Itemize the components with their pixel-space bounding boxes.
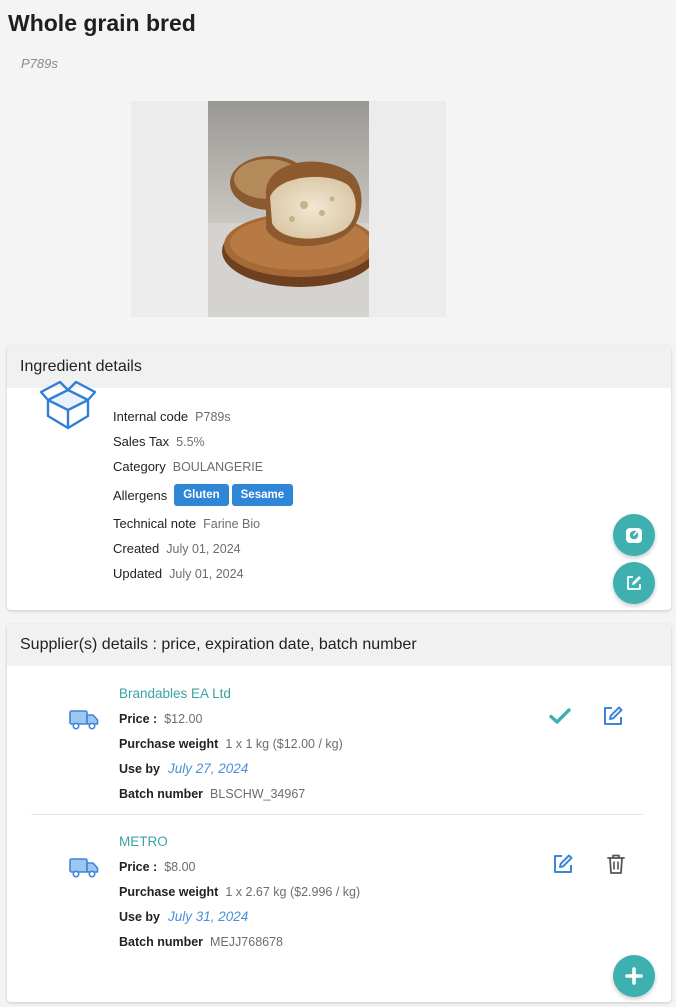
purchase-weight-label: Purchase weight <box>119 884 219 899</box>
internal-code-label: Internal code <box>113 409 189 424</box>
technical-note-value: Farine Bio <box>203 516 261 531</box>
sales-tax-value: 5.5% <box>176 434 205 449</box>
purchase-weight-value: 1 x 1 kg ($12.00 / kg) <box>225 736 343 751</box>
supplier-details-card: Supplier(s) details : price, expiration … <box>7 624 671 1002</box>
page-title: Whole grain bred <box>8 10 196 36</box>
ingredient-fields: Internal code P789s Sales Tax 5.5% Categ… <box>113 404 294 586</box>
use-by-value: July 27, 2024 <box>168 761 249 776</box>
use-by-label: Use by <box>119 909 160 924</box>
supplier-name[interactable]: METRO <box>119 829 360 854</box>
edit-icon <box>627 576 641 590</box>
technical-note-row: Technical note Farine Bio <box>113 511 293 536</box>
category-row: Category BOULANGERIE <box>113 454 293 479</box>
price-label: Price : <box>119 711 158 726</box>
internal-code-row: Internal code P789s <box>113 404 293 429</box>
category-label: Category <box>113 459 166 474</box>
supplier-name[interactable]: Brandables EA Ltd <box>119 681 343 706</box>
plus-icon <box>625 967 643 985</box>
page-code: P789s <box>21 56 58 71</box>
supplier-fields: Brandables EA Ltd Price : $12.00 Purchas… <box>119 681 343 806</box>
open-box-icon <box>40 380 96 430</box>
edit-icon[interactable] <box>601 704 625 728</box>
created-label: Created <box>113 541 160 556</box>
price-label: Price : <box>119 859 158 874</box>
batch-number-label: Batch number <box>119 786 204 801</box>
created-row: Created July 01, 2024 <box>113 536 293 561</box>
internal-code-value: P789s <box>195 409 231 424</box>
ingredient-details-card: Ingredient details Internal code P789s S… <box>7 346 671 610</box>
allergens-label: Allergens <box>113 487 168 503</box>
ingredient-details-header: Ingredient details <box>7 346 671 388</box>
price-value: $12.00 <box>164 711 203 726</box>
scale-button[interactable] <box>613 514 655 556</box>
batch-number-value: BLSCHW_34967 <box>210 786 306 801</box>
truck-icon <box>69 858 99 878</box>
supplier-fields: METRO Price : $8.00 Purchase weight 1 x … <box>119 829 360 954</box>
price-value: $8.00 <box>164 859 196 874</box>
check-icon[interactable] <box>548 704 572 728</box>
edit-ingredient-button[interactable] <box>613 562 655 604</box>
supplier-divider <box>31 814 643 815</box>
updated-label: Updated <box>113 566 163 581</box>
updated-value: July 01, 2024 <box>169 566 244 581</box>
allergens-row: Allergens Gluten Sesame <box>113 479 294 511</box>
use-by-label: Use by <box>119 761 160 776</box>
category-value: BOULANGERIE <box>172 459 264 474</box>
allergen-badge-gluten[interactable]: Gluten <box>174 484 229 506</box>
scale-icon <box>626 528 642 543</box>
created-value: July 01, 2024 <box>166 541 241 556</box>
sales-tax-row: Sales Tax 5.5% <box>113 429 293 454</box>
product-photo <box>131 101 446 317</box>
batch-number-value: MEJJ768678 <box>210 934 284 949</box>
sales-tax-label: Sales Tax <box>113 434 170 449</box>
edit-icon[interactable] <box>551 852 575 876</box>
add-supplier-button[interactable] <box>613 955 655 997</box>
purchase-weight-label: Purchase weight <box>119 736 219 751</box>
supplier-details-header: Supplier(s) details : price, expiration … <box>7 624 671 666</box>
purchase-weight-value: 1 x 2.67 kg ($2.996 / kg) <box>225 884 361 899</box>
batch-number-label: Batch number <box>119 934 204 949</box>
trash-icon[interactable] <box>604 852 628 876</box>
updated-row: Updated July 01, 2024 <box>113 561 293 586</box>
technical-note-label: Technical note <box>113 516 197 531</box>
truck-icon <box>69 710 99 730</box>
use-by-value: July 31, 2024 <box>168 909 249 924</box>
allergen-badge-sesame[interactable]: Sesame <box>231 484 294 506</box>
